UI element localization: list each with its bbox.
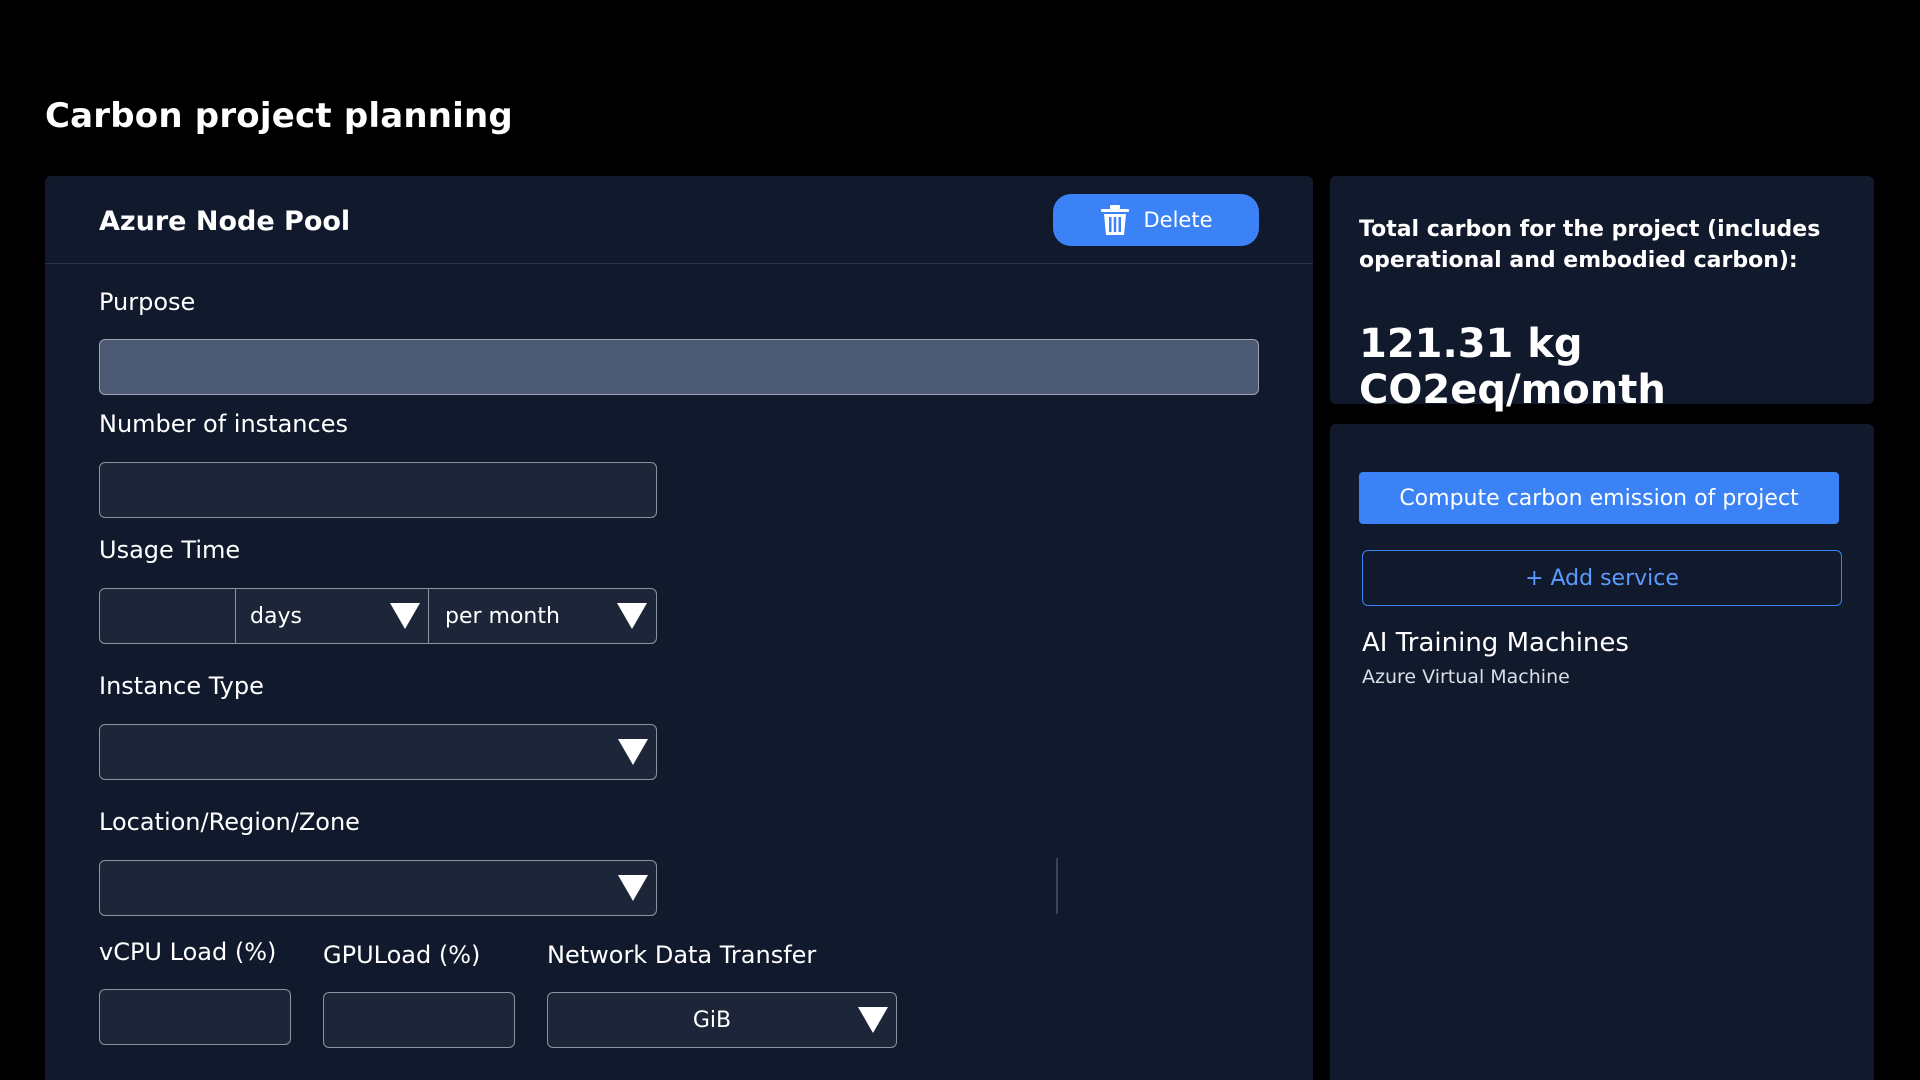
location-select[interactable] (99, 860, 657, 916)
total-carbon-value: 121.31 kg CO2eq/month (1359, 321, 1666, 413)
service-name: AI Training Machines (1362, 628, 1629, 658)
usage-time-label: Usage Time (99, 536, 241, 564)
service-type: Azure Virtual Machine (1362, 666, 1570, 688)
network-transfer-label: Network Data Transfer (547, 941, 817, 969)
usage-period-select[interactable]: per month (428, 589, 655, 643)
vcpu-load-label: vCPU Load (%) (99, 938, 277, 966)
triangle-down-icon (858, 1007, 888, 1033)
total-carbon-label: Total carbon for the project (includes o… (1359, 217, 1821, 273)
compute-carbon-button[interactable]: Compute carbon emission of project (1359, 472, 1839, 524)
service-title: Azure Node Pool (99, 206, 351, 237)
usage-time-group: days per month (99, 588, 657, 644)
location-label: Location/Region/Zone (99, 808, 360, 836)
carbon-summary-panel: Total carbon for the project (includes o… (1330, 176, 1874, 413)
gpu-load-input[interactable] (323, 992, 515, 1048)
instances-label: Number of instances (99, 410, 348, 438)
add-service-button[interactable]: + Add service (1362, 550, 1842, 606)
instances-input[interactable] (99, 462, 657, 518)
delete-label: Delete (1143, 208, 1213, 232)
service-list-item[interactable]: AI Training Machines Azure Virtual Machi… (1362, 628, 1629, 688)
triangle-down-icon (618, 739, 648, 765)
page-title: Carbon project planning (45, 96, 513, 136)
trash-icon (1100, 205, 1129, 235)
vertical-divider (1056, 858, 1058, 914)
usage-unit-select[interactable]: days (235, 589, 428, 643)
panel-header: Azure Node Pool Delete (45, 176, 1313, 264)
delete-button[interactable]: Delete (1053, 194, 1259, 246)
network-unit-select[interactable]: GiB (547, 992, 897, 1048)
instance-type-select[interactable] (99, 724, 657, 780)
triangle-down-icon (617, 603, 647, 629)
usage-unit-value: days (250, 603, 302, 629)
triangle-down-icon (390, 603, 420, 629)
services-panel: Compute carbon emission of project + Add… (1330, 424, 1874, 1080)
purpose-input[interactable] (99, 339, 1259, 395)
vcpu-load-input[interactable] (99, 989, 291, 1045)
usage-time-input[interactable] (100, 589, 235, 643)
usage-period-value: per month (445, 603, 560, 629)
triangle-down-icon (618, 875, 648, 901)
purpose-label: Purpose (99, 288, 196, 316)
network-unit-value: GiB (692, 1007, 732, 1033)
instance-type-label: Instance Type (99, 672, 264, 700)
gpu-load-label: GPULoad (%) (323, 941, 481, 969)
service-form-panel: Azure Node Pool Delete Purpose Number of… (45, 176, 1313, 1080)
